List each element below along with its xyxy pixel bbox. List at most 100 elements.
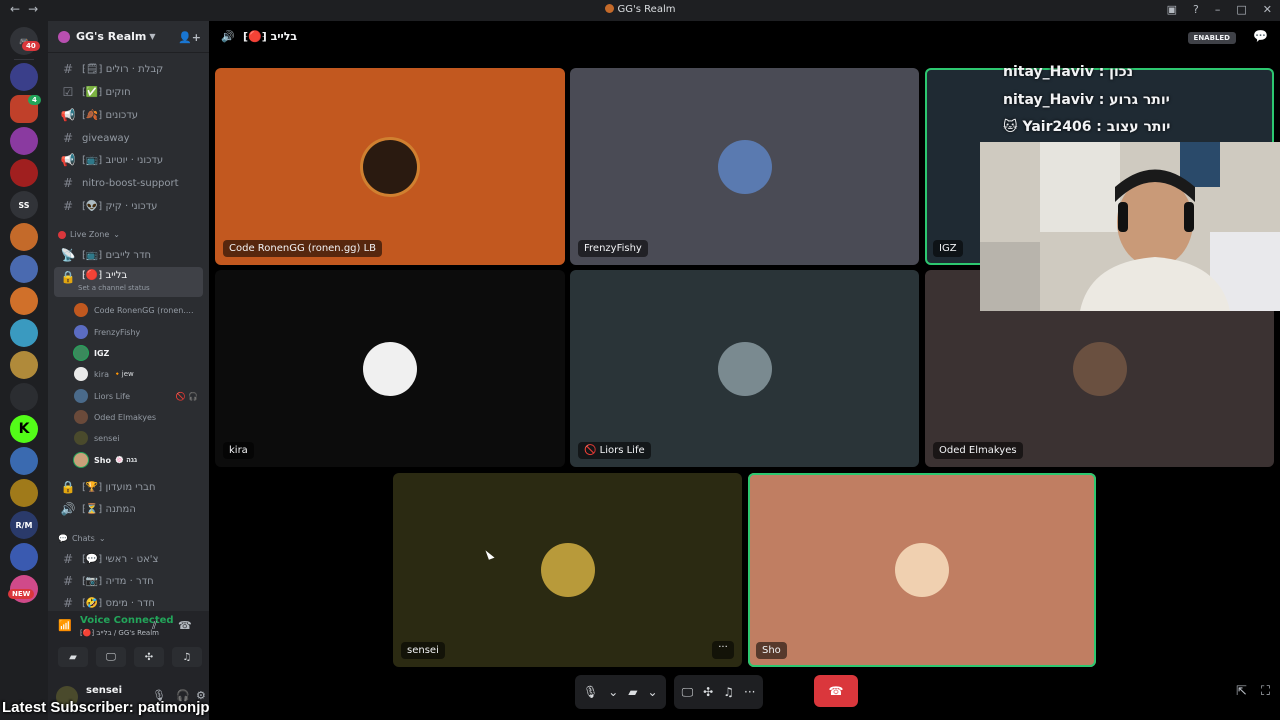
add-member-icon[interactable]: 👤+ — [178, 31, 201, 44]
channel-item[interactable]: # nitro-boost-support — [54, 173, 203, 193]
activities-button[interactable]: ✣ — [134, 647, 164, 667]
close-icon[interactable]: ✕ — [1263, 3, 1272, 16]
channel-item[interactable]: # ⁅👽⁆ עדכוני · קיק — [54, 196, 203, 216]
server-icon[interactable] — [10, 255, 38, 283]
soundboard-icon[interactable]: ♫ — [723, 685, 734, 699]
guild-header[interactable]: GG's Realm ▼ 👤+ — [48, 21, 209, 53]
voice-user[interactable]: Liors Life 🚫 🎧 — [74, 387, 202, 405]
channel-item[interactable]: ☑ ⁅✅⁆ חוקים — [54, 82, 203, 102]
call-controls: 🎙 ⌄ ▰ ⌄ 🖵 ✣ ♫ ··· — [575, 675, 764, 709]
channel-item[interactable]: # ⁅💬⁆ צ'אט · ראשי — [54, 549, 203, 569]
voice-user[interactable]: Sho 🍥 גגה — [74, 451, 202, 469]
voice-user[interactable]: kira 🔸jew — [74, 365, 202, 383]
active-voice-channel[interactable]: 🔒 ⁅🔴⁆ בלייב Set a channel status — [54, 267, 203, 297]
camera-off-icon[interactable]: ▰ — [628, 685, 637, 699]
voice-user[interactable]: Oded Elmakyes — [74, 408, 202, 426]
signal-icon[interactable]: 📶 — [58, 619, 72, 632]
voice-location[interactable]: ⁅🔴⁆ בלייב / GG's Realm — [80, 629, 159, 637]
soundboard-button[interactable]: ♫ — [172, 647, 202, 667]
server-icon[interactable] — [10, 383, 38, 411]
screen-share-icon[interactable]: 🖵 — [682, 685, 694, 700]
channel-item[interactable]: # ⁅📷⁆ חדר · מדיה — [54, 571, 203, 591]
category-live-zone[interactable]: Live Zone ⌄ — [58, 230, 120, 239]
overlay-chat-line: nitay_Haviv : נכון — [1003, 64, 1134, 80]
enabled-badge[interactable]: ENABLED — [1187, 32, 1236, 44]
screen-share-button[interactable]: 🖵 — [96, 647, 126, 667]
server-icon-ss[interactable]: SS — [10, 191, 38, 219]
participant-tile[interactable]: FrenzyFishy — [570, 68, 919, 265]
server-icon[interactable] — [10, 447, 38, 475]
voice-user[interactable]: Code RonenGG (ronen.... — [74, 301, 202, 319]
participant-tile[interactable]: 🚫 Liors Life — [570, 270, 919, 467]
channel-icon: # — [62, 131, 74, 145]
server-icon[interactable] — [10, 319, 38, 347]
username[interactable]: sensei — [86, 685, 122, 696]
participant-tile[interactable]: Sho — [748, 473, 1096, 667]
participant-tile[interactable]: kira — [215, 270, 565, 467]
avatar — [74, 410, 88, 424]
microphone-icon[interactable]: 🎙 — [583, 685, 598, 699]
channel-item[interactable]: 🔒 ⁅🏆⁆ חברי מועדון — [54, 477, 203, 497]
overlay-chat-line: nitay_Haviv : יותר גרוע — [1003, 92, 1170, 108]
chevron-down-icon: ▼ — [149, 32, 156, 41]
server-icon[interactable] — [10, 287, 38, 315]
pop-out-icon[interactable]: ⇱ — [1236, 684, 1247, 699]
camera-off-button[interactable]: ▰ — [58, 647, 88, 667]
server-icon[interactable] — [10, 351, 38, 379]
chat-icon[interactable]: 💬 — [1253, 29, 1268, 43]
server-icon-rm[interactable]: R/M — [10, 511, 38, 539]
channel-item[interactable]: 🔊 ⁅⏳⁆ המתנה — [54, 499, 203, 519]
noise-suppression-icon[interactable]: ⫽ — [152, 619, 157, 633]
user-tag: 🔸jew — [113, 370, 134, 378]
channel-item[interactable]: # ⁅🗒⁆ קבלת · רולים — [54, 59, 203, 79]
category-chats[interactable]: 💬 Chats ⌄ — [58, 534, 106, 543]
avatar — [74, 431, 88, 445]
maximize-icon[interactable]: □ — [1236, 3, 1246, 16]
voice-user-name: kira — [94, 369, 110, 379]
chevron-down-icon: ⌄ — [113, 230, 120, 239]
server-icon[interactable] — [10, 479, 38, 507]
server-icon[interactable] — [10, 63, 38, 91]
server-icon[interactable] — [10, 159, 38, 187]
minimize-icon[interactable]: – — [1215, 3, 1221, 16]
hang-up-icon: ☎ — [828, 684, 844, 698]
voice-status[interactable]: Voice Connected — [80, 615, 174, 626]
fullscreen-icon[interactable]: ⛶ — [1261, 684, 1270, 699]
chevron-down-icon[interactable]: ⌄ — [608, 685, 618, 699]
chevron-down-icon[interactable]: ⌄ — [648, 685, 658, 699]
voice-user-name: FrenzyFishy — [94, 327, 141, 337]
guild-icon — [58, 30, 70, 43]
server-icon[interactable] — [10, 223, 38, 251]
channel-item[interactable]: 📢 ⁅🍂⁆ עדכונים — [54, 105, 203, 125]
channel-label: ⁅⏳⁆ המתנה — [82, 503, 136, 515]
more-icon[interactable]: ··· — [744, 685, 755, 699]
kick-server-icon[interactable]: K — [10, 415, 38, 443]
avatar — [540, 543, 595, 597]
avatar — [74, 346, 88, 360]
voice-user[interactable]: IGZ — [74, 344, 202, 362]
disconnect-icon[interactable]: ☎ — [178, 619, 192, 632]
channel-item[interactable]: # ⁅🤣⁆ חדר · מימס — [54, 593, 203, 613]
activities-icon[interactable]: ✣ — [703, 685, 713, 699]
participant-tile[interactable]: sensei ··· — [393, 473, 742, 667]
server-icon[interactable] — [10, 127, 38, 155]
participant-tile[interactable]: Code RonenGG (ronen.gg) LB — [215, 68, 565, 265]
server-icon[interactable] — [10, 543, 38, 571]
voice-user[interactable]: sensei — [74, 429, 202, 447]
channel-status[interactable]: Set a channel status — [78, 284, 150, 292]
disconnect-button[interactable]: ☎ — [814, 675, 858, 707]
more-options-button[interactable]: ··· — [712, 641, 734, 659]
muted-deafened-icon: 🚫 🎧 — [175, 391, 198, 401]
channel-item[interactable]: # giveaway — [54, 128, 203, 148]
overlay-chat-text: Yair2406 : יותר עצוב — [1022, 119, 1171, 135]
voice-user[interactable]: FrenzyFishy — [74, 323, 202, 341]
channel-icon: # — [62, 574, 74, 588]
inbox-icon[interactable]: ▣ — [1167, 3, 1177, 16]
window-controls: ▣ ? – □ ✕ — [1167, 3, 1272, 16]
voice-user-name: Liors Life — [94, 391, 130, 401]
channel-item[interactable]: 📡 ⁅📺⁆ חדר לייבים — [54, 245, 203, 265]
voice-user-name: Code RonenGG (ronen.... — [94, 305, 194, 315]
help-icon[interactable]: ? — [1193, 3, 1199, 16]
channel-item[interactable]: 📢 ⁅📺⁆ עדכוני · יוטיוב — [54, 150, 203, 170]
server-badge: 4 — [28, 95, 41, 105]
